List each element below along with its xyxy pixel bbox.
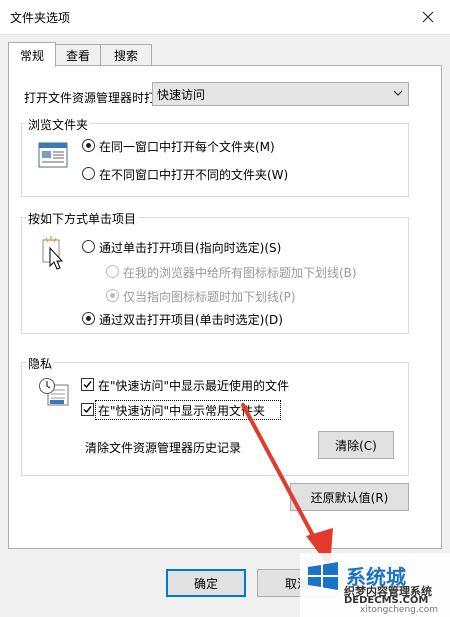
watermark: 系统城 织梦内容管理系统 DEDECMS.COM xitongcheng.com [300, 553, 450, 617]
red-arrow-annotation [241, 403, 333, 568]
watermark-url: xitongcheng.com [360, 605, 438, 615]
tab-general[interactable]: 常规 [8, 42, 56, 67]
windows-logo-icon [308, 562, 338, 590]
tab-general-label: 常规 [19, 48, 44, 63]
